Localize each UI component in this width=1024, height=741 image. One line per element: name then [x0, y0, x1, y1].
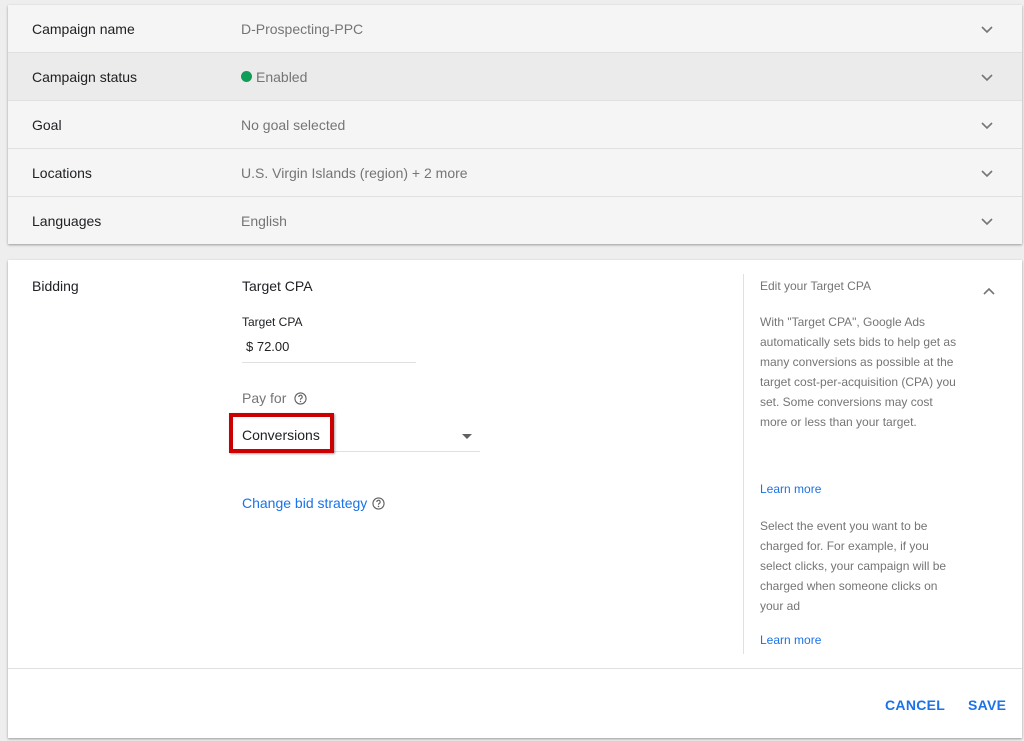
chevron-up-icon[interactable] [982, 284, 996, 298]
setting-label: Languages [32, 213, 102, 229]
chevron-down-icon[interactable] [980, 118, 994, 132]
change-bid-strategy-link[interactable]: Change bid strategy [242, 495, 385, 511]
bidding-label: Bidding [32, 278, 79, 294]
status-text: Enabled [256, 68, 308, 85]
setting-label: Locations [32, 164, 92, 181]
pay-for-value: Conversions [242, 427, 320, 443]
save-button[interactable]: SAVE [968, 697, 1006, 713]
setting-row-languages[interactable]: Languages English [8, 197, 1022, 245]
change-bid-strategy-text: Change bid strategy [242, 495, 368, 511]
status-dot-icon [241, 71, 252, 82]
learn-more-link[interactable]: Learn more [760, 482, 821, 496]
setting-row-locations[interactable]: Locations U.S. Virgin Islands (region) +… [8, 149, 1022, 197]
chevron-down-icon[interactable] [980, 214, 994, 228]
bidding-card: Bidding Target CPA Target CPA $ 72.00 Pa… [8, 260, 1022, 738]
target-cpa-label: Target CPA [242, 315, 303, 329]
setting-row-campaign-status[interactable]: Campaign status Enabled [8, 53, 1022, 101]
pay-for-select[interactable]: Conversions [229, 413, 480, 453]
setting-value: U.S. Virgin Islands (region) + 2 more [241, 164, 468, 181]
help-paragraph: With "Target CPA", Google Ads automatica… [760, 315, 957, 429]
setting-row-goal[interactable]: Goal No goal selected [8, 101, 1022, 149]
chevron-down-icon[interactable] [980, 166, 994, 180]
setting-label: Campaign status [32, 68, 138, 85]
bid-strategy-title: Target CPA [242, 278, 313, 294]
chevron-down-icon[interactable] [980, 22, 994, 36]
dropdown-arrow-icon[interactable] [462, 434, 472, 439]
help-icon[interactable] [294, 391, 307, 405]
help-icon[interactable] [372, 496, 385, 510]
help-paragraph: Select the event you want to be charged … [760, 519, 947, 613]
setting-value-status: Enabled [241, 69, 307, 85]
help-panel-title: Edit your Target CPA [760, 279, 871, 293]
setting-value: English [241, 213, 287, 229]
setting-value: D-Prospecting-PPC [241, 20, 364, 37]
setting-value: No goal selected [241, 116, 346, 133]
cancel-button[interactable]: CANCEL [885, 697, 945, 713]
learn-more-link[interactable]: Learn more [760, 633, 821, 647]
chevron-down-icon[interactable] [980, 70, 994, 84]
campaign-settings-card: Campaign name D-Prospecting-PPC Campaign… [8, 5, 1022, 244]
help-panel: Edit your Target CPA With "Target CPA", … [743, 274, 995, 654]
pay-for-label-group: Pay for [242, 390, 307, 406]
target-cpa-input[interactable]: $ 72.00 [242, 337, 416, 363]
footer-actions: CANCEL SAVE [8, 668, 1022, 738]
setting-label: Campaign name [32, 20, 135, 37]
target-cpa-value: $ 72.00 [246, 339, 290, 354]
setting-label: Goal [32, 116, 62, 133]
pay-for-label: Pay for [242, 390, 287, 406]
setting-row-campaign-name[interactable]: Campaign name D-Prospecting-PPC [8, 5, 1022, 53]
